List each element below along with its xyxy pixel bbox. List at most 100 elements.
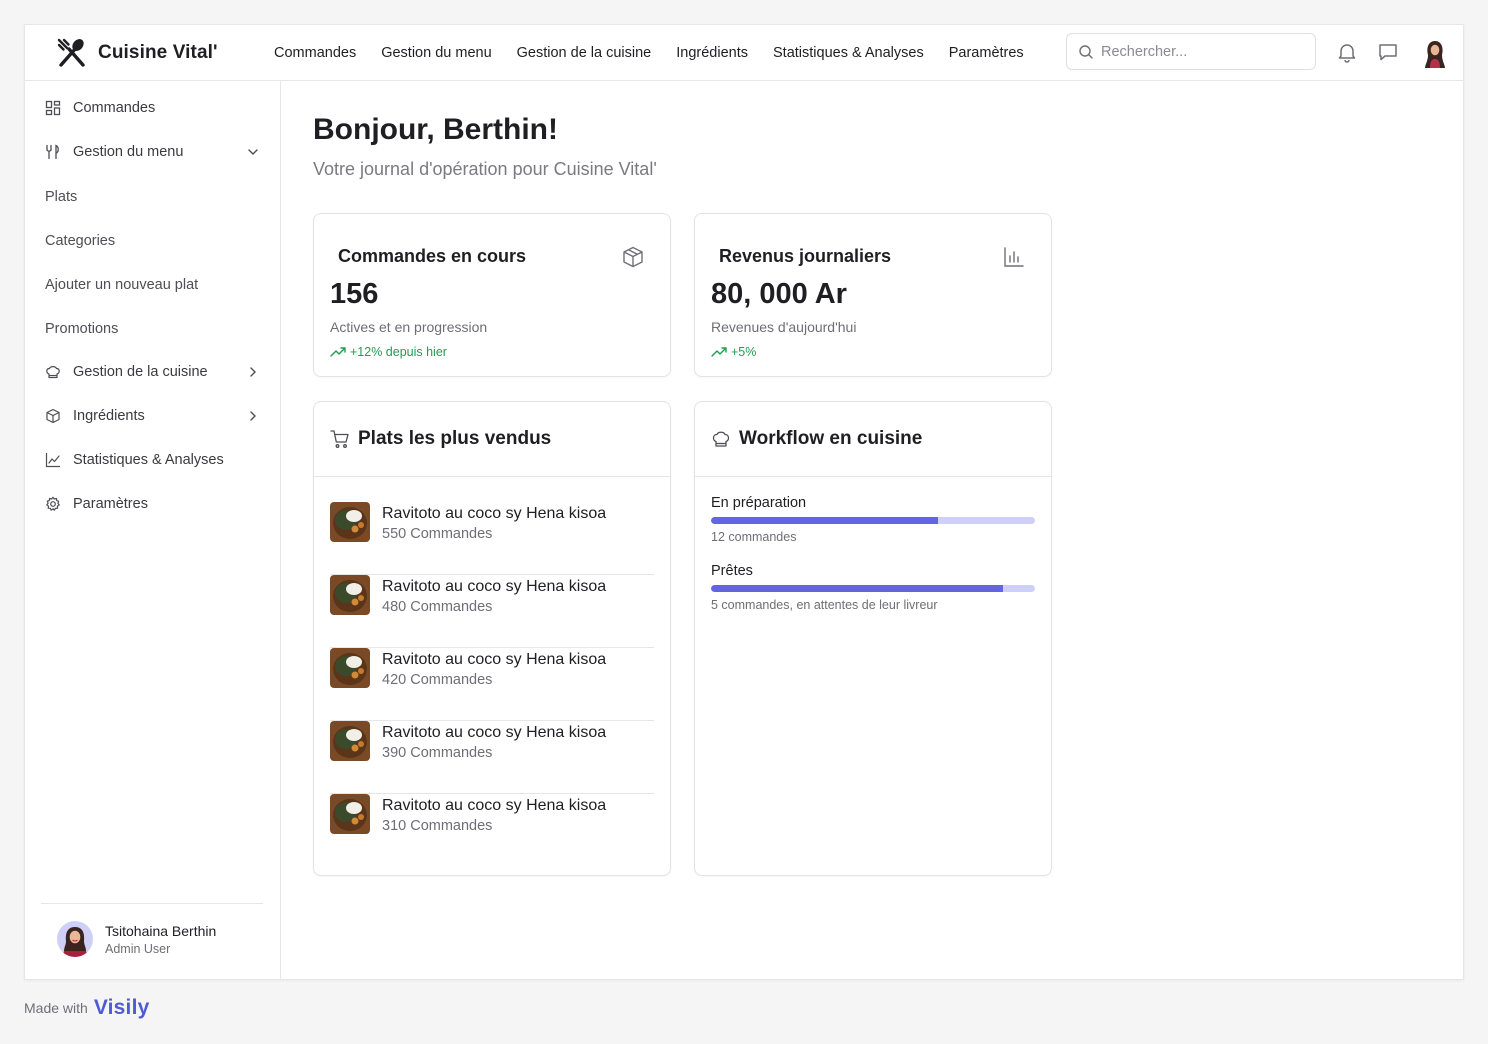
list-item[interactable]: Ravitoto au coco sy Hena kisoa 420 Comma… bbox=[330, 648, 654, 721]
bell-icon[interactable] bbox=[1336, 41, 1358, 63]
top-dishes-card: Plats les plus vendus Ravitoto au coco s… bbox=[313, 401, 671, 876]
topnav-parametres[interactable]: Paramètres bbox=[949, 45, 1024, 61]
top-nav: Commandes Gestion du menu Gestion de la … bbox=[274, 25, 1049, 81]
stat-title: Commandes en cours bbox=[338, 246, 527, 266]
sidebar-item-statistiques[interactable]: Statistiques & Analyses bbox=[45, 445, 261, 475]
fork-spoon-logo-icon bbox=[57, 38, 85, 67]
sidebar-subitem-plats[interactable]: Plats bbox=[45, 189, 77, 205]
box-icon bbox=[45, 408, 61, 424]
sidebar-item-label: Ingrédients bbox=[73, 408, 145, 424]
dish-name: Ravitoto au coco sy Hena kisoa bbox=[382, 651, 607, 668]
trending-up-icon bbox=[711, 347, 727, 357]
grid-icon bbox=[45, 100, 61, 116]
dish-image bbox=[330, 794, 370, 834]
sidebar-item-label: Paramètres bbox=[73, 496, 148, 512]
user-name: Tsitohaina Berthin bbox=[105, 922, 217, 939]
progress-bar bbox=[711, 585, 1035, 592]
list-item[interactable]: Ravitoto au coco sy Hena kisoa 480 Comma… bbox=[330, 575, 654, 648]
brand-name: Cuisine Vital' bbox=[98, 42, 218, 63]
utensils-icon bbox=[45, 144, 61, 160]
visily-logo[interactable]: Visily bbox=[94, 996, 150, 1020]
sidebar-item-ingredients[interactable]: Ingrédients bbox=[45, 401, 261, 431]
stat-value: 80, 000 Ar bbox=[711, 278, 847, 310]
topnav-statistiques[interactable]: Statistiques & Analyses bbox=[773, 45, 924, 61]
sidebar-item-label: Statistiques & Analyses bbox=[73, 452, 224, 468]
dish-image bbox=[330, 721, 370, 761]
search-input[interactable] bbox=[1101, 43, 1301, 60]
shopping-cart-icon bbox=[330, 430, 349, 448]
workflow-stage-label: En préparation bbox=[711, 495, 807, 511]
sidebar-subitem-ajouter-plat[interactable]: Ajouter un nouveau plat bbox=[45, 277, 198, 293]
sidebar-subitem-promotions[interactable]: Promotions bbox=[45, 321, 118, 337]
message-icon[interactable] bbox=[1377, 41, 1399, 63]
workflow-stage-note: 5 commandes, en attentes de leur livreur bbox=[711, 598, 938, 612]
sidebar-item-gestion-menu[interactable]: Gestion du menu bbox=[45, 137, 261, 167]
dish-name: Ravitoto au coco sy Hena kisoa bbox=[382, 505, 607, 522]
workflow-stage-note: 12 commandes bbox=[711, 530, 797, 544]
search-icon bbox=[1079, 44, 1093, 59]
avatar bbox=[57, 921, 93, 957]
line-chart-icon bbox=[45, 452, 61, 468]
user-role: Admin User bbox=[105, 941, 171, 956]
topnav-commandes[interactable]: Commandes bbox=[274, 45, 356, 61]
workflow-card: Workflow en cuisine En préparation 12 co… bbox=[694, 401, 1052, 876]
search-box[interactable] bbox=[1066, 33, 1316, 70]
sidebar: Commandes Gestion du menu Plats Categori… bbox=[25, 81, 281, 979]
footer-text: Made with bbox=[24, 1000, 88, 1016]
dish-image bbox=[330, 648, 370, 688]
user-card[interactable]: Tsitohaina Berthin Admin User bbox=[57, 921, 216, 957]
sidebar-item-label: Gestion du menu bbox=[73, 144, 184, 160]
chevron-right-icon[interactable] bbox=[245, 408, 261, 424]
topnav-gestion-cuisine[interactable]: Gestion de la cuisine bbox=[517, 45, 652, 61]
stat-trend: +5% bbox=[711, 345, 756, 359]
stat-trend-text: +5% bbox=[731, 345, 757, 359]
sidebar-item-gestion-cuisine[interactable]: Gestion de la cuisine bbox=[45, 357, 261, 387]
chevron-right-icon[interactable] bbox=[245, 364, 261, 380]
dish-count: 390 Commandes bbox=[382, 745, 493, 761]
profile-avatar[interactable] bbox=[1421, 39, 1449, 69]
list-item[interactable]: Ravitoto au coco sy Hena kisoa 550 Comma… bbox=[330, 502, 654, 575]
sidebar-divider bbox=[41, 903, 263, 904]
progress-fill bbox=[711, 517, 938, 524]
sidebar-item-label: Commandes bbox=[73, 100, 156, 116]
stat-trend-text: +12% depuis hier bbox=[350, 345, 447, 359]
sidebar-item-label: Gestion de la cuisine bbox=[73, 364, 208, 380]
topnav-gestion-menu[interactable]: Gestion du menu bbox=[381, 45, 491, 61]
sidebar-item-parametres[interactable]: Paramètres bbox=[45, 489, 261, 519]
dish-count: 550 Commandes bbox=[382, 526, 493, 542]
workflow-title: Workflow en cuisine bbox=[739, 428, 923, 449]
sidebar-subitem-categories[interactable]: Categories bbox=[45, 233, 115, 249]
chevron-down-icon[interactable] bbox=[245, 144, 261, 160]
dish-name: Ravitoto au coco sy Hena kisoa bbox=[382, 578, 607, 595]
package-icon bbox=[623, 246, 643, 268]
stat-value: 156 bbox=[330, 278, 379, 310]
progress-bar bbox=[711, 517, 1035, 524]
chef-hat-icon bbox=[45, 364, 61, 380]
list-item[interactable]: Ravitoto au coco sy Hena kisoa 390 Comma… bbox=[330, 721, 654, 794]
dish-count: 310 Commandes bbox=[382, 818, 493, 834]
top-dishes-title: Plats les plus vendus bbox=[358, 428, 552, 449]
brand[interactable]: Cuisine Vital' bbox=[55, 36, 218, 70]
dish-image bbox=[330, 575, 370, 615]
topnav-ingredients[interactable]: Ingrédients bbox=[676, 45, 748, 61]
dish-name: Ravitoto au coco sy Hena kisoa bbox=[382, 724, 607, 741]
stat-description: Actives et en progression bbox=[330, 319, 488, 335]
app-window: Cuisine Vital' Commandes Gestion du menu… bbox=[24, 24, 1464, 980]
dish-count: 480 Commandes bbox=[382, 599, 493, 615]
page-title: Bonjour, Berthin! bbox=[313, 113, 558, 146]
stat-trend: +12% depuis hier bbox=[330, 345, 447, 359]
dish-count: 420 Commandes bbox=[382, 672, 493, 688]
stat-title: Revenus journaliers bbox=[719, 246, 892, 266]
top-dishes-header: Plats les plus vendus bbox=[314, 402, 670, 477]
top-bar: Cuisine Vital' Commandes Gestion du menu… bbox=[25, 25, 1463, 81]
workflow-stage-label: Prêtes bbox=[711, 563, 753, 579]
trending-up-icon bbox=[330, 347, 346, 357]
stat-card-commandes: Commandes en cours 156 Actives et en pro… bbox=[313, 213, 671, 377]
bar-chart-icon bbox=[1004, 247, 1024, 267]
list-item[interactable]: Ravitoto au coco sy Hena kisoa 310 Comma… bbox=[330, 794, 654, 867]
dish-image bbox=[330, 502, 370, 542]
gear-icon bbox=[45, 496, 61, 512]
dish-name: Ravitoto au coco sy Hena kisoa bbox=[382, 797, 607, 814]
sidebar-item-commandes[interactable]: Commandes bbox=[45, 93, 261, 123]
stat-description: Revenues d'aujourd'hui bbox=[711, 319, 857, 335]
